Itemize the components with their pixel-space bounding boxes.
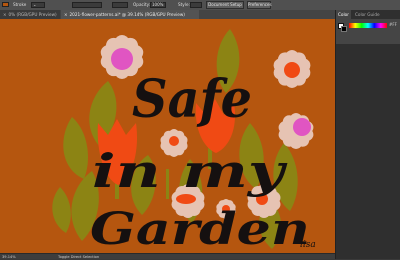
- tab-label: 0% (RGB/GPU Preview): [8, 12, 57, 17]
- style-label: Style:: [178, 2, 190, 7]
- fill-swatch[interactable]: [2, 2, 9, 7]
- opacity-input[interactable]: 100%: [150, 2, 166, 8]
- color-panel: Color Color Guide #FF: [335, 10, 400, 259]
- zoom-level[interactable]: 39.14%: [2, 254, 16, 260]
- close-icon[interactable]: ×: [3, 12, 7, 17]
- tab-label: 2021-flower-patterns.ai* @ 39.14% (RGB/G…: [69, 12, 185, 17]
- opacity-label: Opacity:: [133, 2, 151, 7]
- close-icon[interactable]: ×: [64, 12, 68, 17]
- stroke-color-box[interactable]: [341, 26, 347, 32]
- hex-value[interactable]: #FF: [389, 22, 397, 27]
- lettering-line-2: in my: [92, 144, 288, 198]
- tab-flower-patterns[interactable]: × 2021-flower-patterns.ai* @ 39.14% (RGB/…: [61, 10, 199, 19]
- tab-color-guide[interactable]: Color Guide: [353, 10, 382, 19]
- current-tool-status[interactable]: Toggle Direct Selection: [58, 254, 99, 260]
- lettering-line-3: Garden: [90, 204, 310, 253]
- status-bar: 39.14% Toggle Direct Selection: [0, 253, 335, 259]
- panel-empty-area: [336, 44, 400, 259]
- tab-color[interactable]: Color: [336, 10, 351, 19]
- artist-signature: lisa: [300, 240, 316, 250]
- artboard-canvas[interactable]: Safe in my Garden lisa: [0, 19, 335, 253]
- stroke-weight-dropdown[interactable]: ⌄: [31, 2, 45, 8]
- style-dropdown[interactable]: [190, 2, 202, 8]
- stroke-label[interactable]: Stroke: [13, 2, 26, 8]
- panel-tabs: Color Color Guide: [336, 10, 400, 19]
- lettering-line-1: Safe: [132, 69, 252, 130]
- artwork: Safe in my Garden lisa: [0, 19, 335, 253]
- document-setup-button[interactable]: Document Setup: [206, 1, 244, 9]
- tab-previous-document[interactable]: × 0% (RGB/GPU Preview): [0, 10, 60, 19]
- brush-dropdown[interactable]: [112, 2, 128, 8]
- color-spectrum[interactable]: [349, 23, 387, 28]
- color-panel-body: #FF: [336, 19, 400, 44]
- preferences-button[interactable]: Preferences: [247, 1, 272, 9]
- variable-width-dropdown[interactable]: [72, 2, 102, 8]
